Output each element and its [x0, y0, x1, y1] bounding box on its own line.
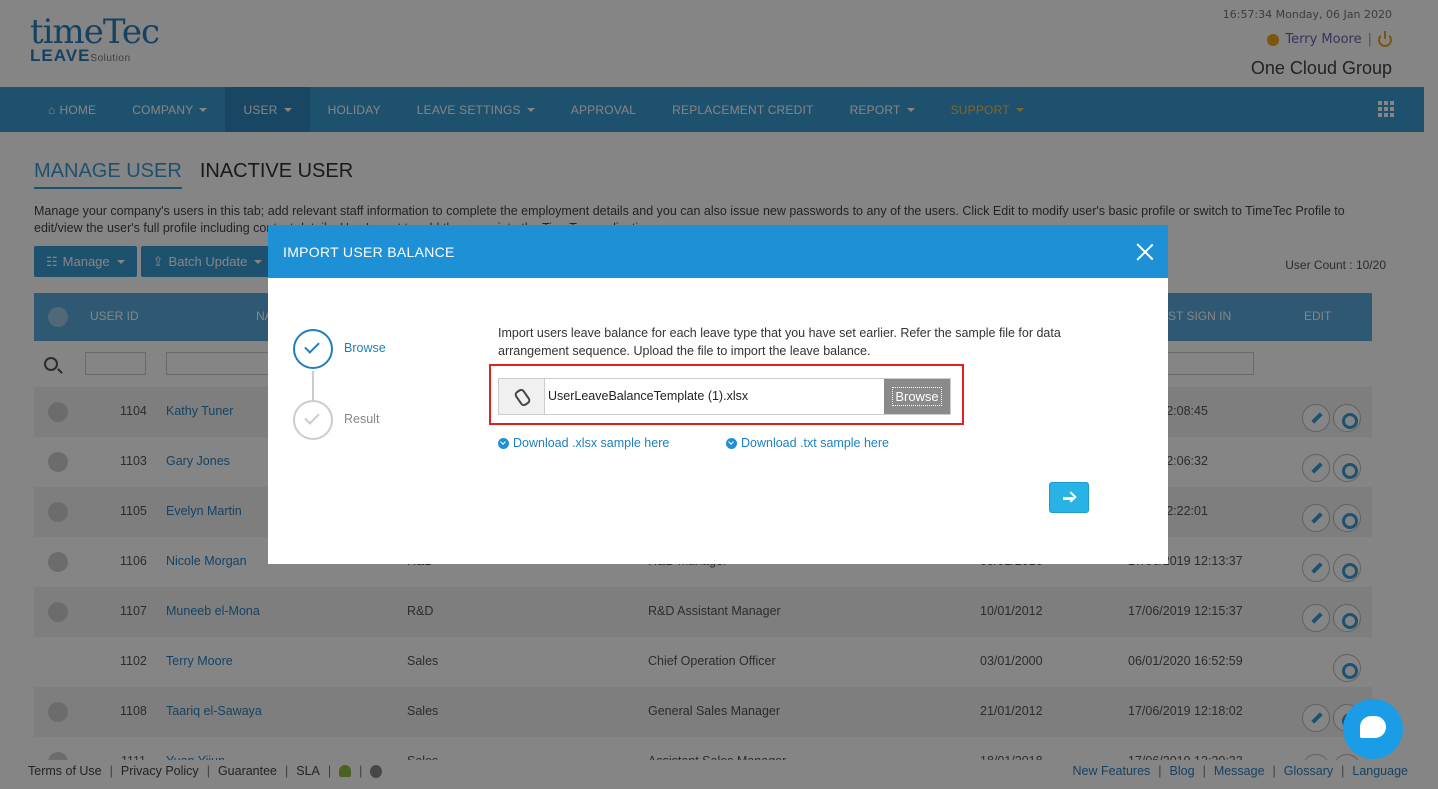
dialog-header: IMPORT USER BALANCE — [268, 225, 1168, 278]
check-icon — [304, 409, 320, 425]
browse-button-wrap[interactable]: Browse — [884, 379, 950, 414]
paperclip-icon — [499, 379, 545, 414]
next-button[interactable] — [1049, 482, 1089, 513]
download-xlsx-link[interactable]: Download .xlsx sample here — [498, 436, 669, 450]
browse-button[interactable]: Browse — [892, 387, 942, 406]
file-input-group: UserLeaveBalanceTemplate (1).xlsx Browse — [498, 378, 951, 415]
download-txt-link[interactable]: Download .txt sample here — [726, 436, 889, 450]
check-icon — [304, 338, 320, 354]
step-result-indicator — [293, 400, 333, 440]
download-icon — [726, 437, 737, 449]
step-result-label: Result — [344, 412, 380, 426]
step-browse-indicator — [293, 329, 333, 369]
step-connector — [312, 371, 314, 400]
step-browse-label: Browse — [344, 341, 386, 355]
import-instructions: Import users leave balance for each leav… — [498, 326, 1061, 358]
chat-widget-icon[interactable] — [1343, 699, 1403, 759]
import-user-balance-dialog: IMPORT USER BALANCE Browse Result Import… — [268, 225, 1168, 564]
arrow-right-icon — [1063, 493, 1075, 503]
download-icon — [498, 437, 509, 449]
dialog-title: IMPORT USER BALANCE — [283, 244, 455, 260]
close-icon[interactable] — [1136, 243, 1154, 261]
file-name-field[interactable]: UserLeaveBalanceTemplate (1).xlsx — [545, 379, 884, 414]
